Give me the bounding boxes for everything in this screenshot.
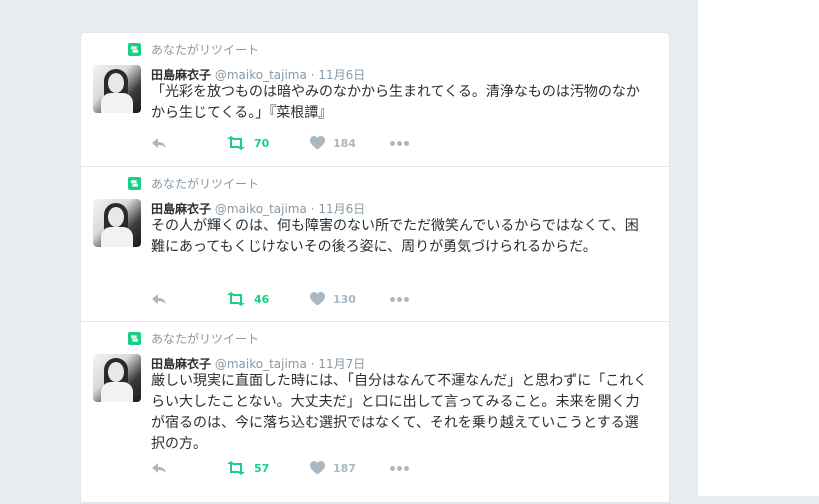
retweet-count: 46 [254,292,270,306]
author-name[interactable]: 田島麻衣子 [151,202,211,216]
tweet-header: 田島麻衣子 @maiko_tajima · 11月6日 [151,66,365,83]
author-username[interactable]: @maiko_tajima [215,202,307,216]
avatar[interactable] [93,65,141,113]
tweet-actions: 46 130 [151,292,411,306]
retweet-context: あなたがリツイート [128,42,260,57]
retweet-icon [227,461,245,475]
retweet-icon [227,292,245,306]
like-button[interactable]: 130 [310,292,390,306]
like-count: 130 [333,292,356,306]
tweet-text: 厳しい現実に直面した時には、「自分はなんて不運なんだ」と思わずに「これくらい大し… [151,373,648,452]
retweet-context-label: あなたがリツイート [151,42,260,57]
time-separator: · [310,357,315,371]
retweet-badge-icon [128,331,141,345]
author-name[interactable]: 田島麻衣子 [151,357,211,371]
tweet-header: 田島麻衣子 @maiko_tajima · 11月6日 [151,200,365,217]
more-options-icon[interactable] [390,140,411,146]
heart-icon [310,461,325,475]
tweet-timestamp[interactable]: 11月6日 [318,68,365,82]
author-username[interactable]: @maiko_tajima [215,68,307,82]
author-name[interactable]: 田島麻衣子 [151,68,211,82]
retweet-context-label: あなたがリツイート [151,176,260,191]
reply-button[interactable] [151,462,226,474]
tweet-actions: 70 184 [151,136,411,150]
retweet-context-label: あなたがリツイート [151,331,260,346]
retweet-button[interactable]: 70 [226,136,310,150]
retweet-count: 70 [254,136,270,150]
like-count: 184 [333,136,356,150]
reply-button[interactable] [151,293,226,305]
avatar[interactable] [93,199,141,247]
like-button[interactable]: 184 [310,136,390,150]
heart-icon [310,136,325,150]
more-options-icon[interactable] [390,465,411,471]
timeline: あなたがリツイート 田島麻衣子 @maiko_tajima · 11月6日 「光… [80,32,670,504]
retweet-count: 57 [254,461,270,475]
tweet-actions: 57 187 [151,461,411,475]
retweet-icon [227,136,245,150]
more-options-icon[interactable] [390,296,411,302]
retweet-context: あなたがリツイート [128,176,260,191]
tweet-text: 「光彩を放つものは暗やみのなかから生まれてくる。清浄なものは汚物のなかから生じて… [151,84,640,121]
tweet[interactable]: あなたがリツイート 田島麻衣子 @maiko_tajima · 11月6日 その… [81,167,669,322]
tweet-timestamp[interactable]: 11月7日 [318,357,365,371]
retweet-button[interactable]: 57 [226,461,310,475]
reply-button[interactable] [151,137,226,149]
tweet[interactable]: あなたがリツイート 田島麻衣子 @maiko_tajima · 11月7日 厳し… [81,322,669,503]
heart-icon [310,292,325,306]
tweet-text: その人が輝くのは、何も障害のない所でただ微笑んでいるからではなくて、困難にあって… [151,218,639,255]
retweet-badge-icon [128,176,141,190]
retweet-context: あなたがリツイート [128,331,260,346]
time-separator: · [310,68,315,82]
author-username[interactable]: @maiko_tajima [215,357,307,371]
right-blank-area [698,0,819,496]
retweet-button[interactable]: 46 [226,292,310,306]
reply-icon [152,294,166,304]
tweet-header: 田島麻衣子 @maiko_tajima · 11月7日 [151,355,365,372]
time-separator: · [310,202,315,216]
tweet[interactable]: あなたがリツイート 田島麻衣子 @maiko_tajima · 11月6日 「光… [81,33,669,167]
retweet-badge-icon [128,42,141,56]
like-count: 187 [333,461,356,475]
like-button[interactable]: 187 [310,461,390,475]
tweet-timestamp[interactable]: 11月6日 [318,202,365,216]
avatar[interactable] [93,354,141,402]
reply-icon [152,138,166,148]
reply-icon [152,463,166,473]
